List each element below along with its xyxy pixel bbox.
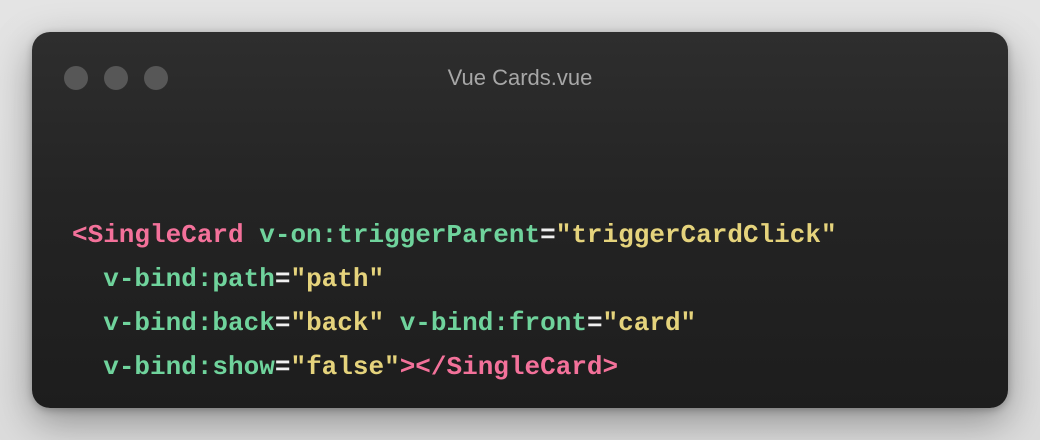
code-attribute-token: v-bind:show — [103, 352, 275, 382]
code-string-token: "triggerCardClick" — [555, 220, 837, 250]
window-titlebar: Vue Cards.vue — [32, 32, 1008, 124]
window-title: Vue Cards.vue — [447, 65, 593, 90]
code-attribute-token: v-on:triggerParent — [259, 220, 541, 250]
code-string-token: "card" — [602, 308, 697, 338]
code-line: v-bind:show="false"></SingleCard> — [72, 345, 837, 389]
code-string-token: "path" — [290, 264, 385, 294]
code-equals-token: = — [274, 352, 291, 382]
code-tag-token: ></SingleCard> — [399, 352, 619, 382]
code-line: v-bind:path="path" — [72, 257, 837, 301]
code-equals-token: = — [586, 308, 603, 338]
code-line: v-bind:back="back" v-bind:front="card" — [72, 301, 837, 345]
code-attribute-token: v-bind:path — [103, 264, 275, 294]
code-tag-token: <SingleCard — [72, 220, 244, 250]
code-string-token: "back" — [290, 308, 385, 338]
code-attribute-token: v-bind:back — [103, 308, 275, 338]
code-equals-token: = — [274, 264, 291, 294]
code-equals-token: = — [274, 308, 291, 338]
code-window: Vue Cards.vue <SingleCard v-on:triggerPa… — [32, 32, 1008, 408]
code-attribute-token: v-bind:front — [399, 308, 587, 338]
code-line: <SingleCard v-on:triggerParent="triggerC… — [72, 213, 837, 257]
code-string-token: "false" — [290, 352, 400, 382]
code-equals-token: = — [540, 220, 556, 250]
code-block: <SingleCard v-on:triggerParent="triggerC… — [72, 213, 837, 389]
